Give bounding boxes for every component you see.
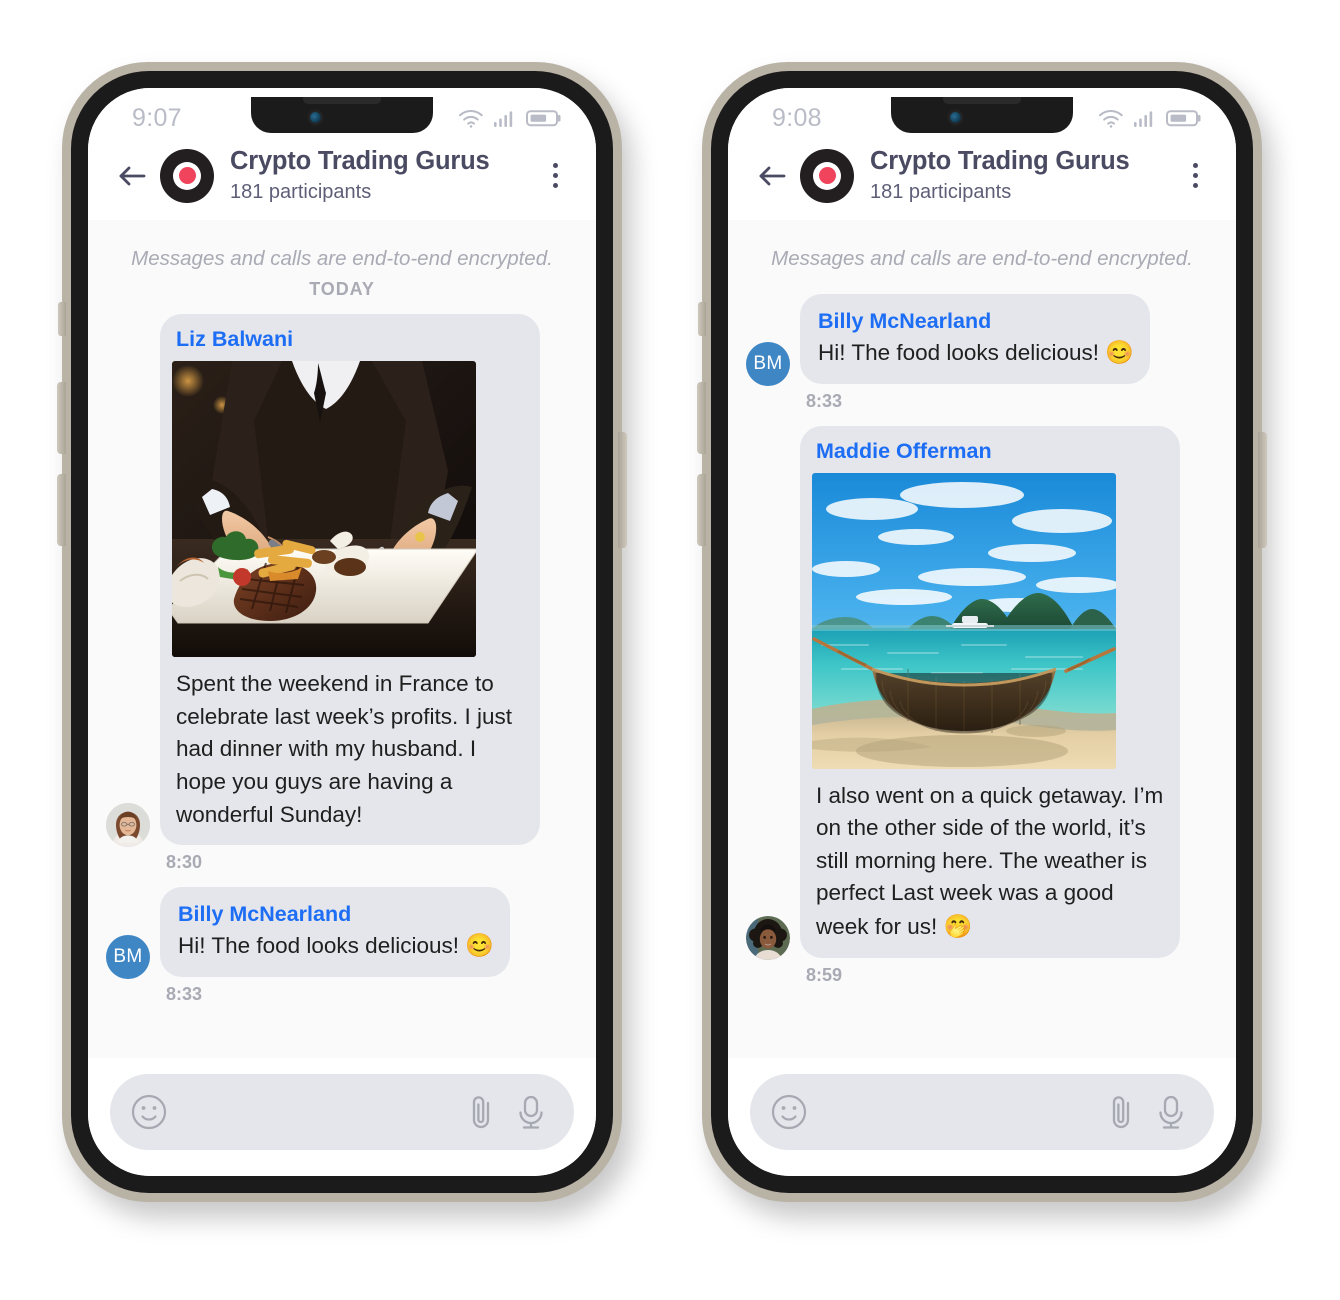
group-avatar-icon[interactable]	[160, 148, 214, 203]
phone-left: 9:07 Crypto Trading Gurus 181 participan…	[57, 62, 627, 1202]
volume-down-button[interactable]	[697, 474, 706, 546]
earpiece-speaker-icon	[943, 97, 1021, 104]
front-camera-icon	[310, 112, 321, 123]
message-row[interactable]: BM Billy McNearland Hi! The food looks d…	[728, 294, 1236, 412]
battery-icon	[526, 108, 562, 128]
message-text-body: I also went on a quick getaway. I’m on t…	[816, 782, 1164, 940]
message-image-steak-dinner[interactable]	[172, 361, 476, 658]
message-timestamp: 8:33	[806, 390, 843, 411]
message-input[interactable]	[750, 1074, 1214, 1150]
page-title: Crypto Trading Gurus	[230, 147, 490, 175]
message-text: Spent the weekend in France to celebrate…	[176, 671, 512, 827]
group-avatar-icon[interactable]	[800, 148, 854, 203]
emoji-smiley-icon[interactable]	[130, 1093, 168, 1131]
avatar[interactable]	[746, 915, 790, 960]
status-time: 9:08	[772, 103, 822, 132]
volume-up-button[interactable]	[57, 382, 66, 454]
kebab-menu-icon[interactable]	[1178, 156, 1212, 196]
paperclip-icon[interactable]	[1104, 1092, 1138, 1132]
chat-header: Crypto Trading Gurus 181 participants	[88, 144, 596, 220]
composer-bar	[728, 1058, 1236, 1176]
message-sender: Liz Balwani	[176, 327, 294, 352]
message-sender: Maddie Offerman	[816, 438, 992, 463]
chat-message-list[interactable]: Messages and calls are end-to-end encryp…	[728, 219, 1236, 1058]
front-camera-icon	[950, 112, 961, 123]
page-title: Crypto Trading Gurus	[870, 147, 1130, 175]
day-separator: TODAY	[309, 279, 375, 300]
volume-up-button[interactable]	[697, 382, 706, 454]
volume-down-button[interactable]	[57, 474, 66, 546]
message-bubble[interactable]: Liz Balwani Spent the weekend in France …	[160, 314, 540, 846]
back-arrow-icon[interactable]	[750, 156, 794, 196]
cellular-signal-icon	[493, 108, 517, 128]
message-timestamp: 8:33	[166, 983, 203, 1004]
phone-screen: 9:07 Crypto Trading Gurus 181 participan…	[88, 88, 596, 1176]
composer-bar	[88, 1058, 596, 1176]
message-timestamp: 8:30	[166, 852, 203, 873]
avatar[interactable]: BM	[106, 934, 150, 979]
earpiece-speaker-icon	[303, 97, 381, 104]
phone-notch	[891, 97, 1073, 133]
chat-header-text[interactable]: Crypto Trading Gurus 181 participants	[870, 146, 1178, 206]
chat-message-list[interactable]: Messages and calls are end-to-end encryp…	[88, 219, 596, 1058]
status-icons	[1098, 108, 1206, 128]
message-text: Hi! The food looks delicious! 😊	[816, 336, 1134, 370]
back-arrow-icon[interactable]	[110, 156, 154, 196]
phone-notch	[251, 97, 433, 133]
status-icons	[458, 108, 566, 128]
chat-header: Crypto Trading Gurus 181 participants	[728, 144, 1236, 220]
power-button[interactable]	[618, 432, 627, 548]
avatar[interactable]	[106, 803, 150, 848]
phone-bezel: 9:07 Crypto Trading Gurus 181 participan…	[71, 71, 613, 1193]
message-text: I also went on a quick getaway. I’m on t…	[812, 770, 1168, 950]
encryption-note: Messages and calls are end-to-end encryp…	[771, 246, 1193, 270]
message-bubble[interactable]: Maddie Offerman I also went on a quick g…	[800, 425, 1180, 958]
message-sender: Billy McNearland	[178, 902, 352, 927]
message-row[interactable]: BM Billy McNearland Hi! The food looks d…	[88, 887, 596, 1005]
smiling-face-emoji: 😊	[465, 932, 494, 959]
avatar[interactable]: BM	[746, 341, 790, 386]
battery-icon	[1166, 108, 1202, 128]
mute-switch-button[interactable]	[58, 302, 66, 336]
microphone-icon[interactable]	[514, 1092, 548, 1132]
wifi-icon	[1098, 108, 1124, 128]
power-button[interactable]	[1258, 432, 1267, 548]
message-row[interactable]: Maddie Offerman I also went on a quick g…	[728, 425, 1236, 986]
message-text-body: Hi! The food looks delicious!	[818, 340, 1099, 366]
phone-right: 9:08 Crypto Trading Gurus 181 participan…	[697, 62, 1267, 1202]
message-bubble[interactable]: Billy McNearland Hi! The food looks deli…	[160, 887, 510, 977]
chat-header-text[interactable]: Crypto Trading Gurus 181 participants	[230, 146, 538, 206]
encryption-note: Messages and calls are end-to-end encryp…	[131, 246, 553, 270]
message-timestamp: 8:59	[806, 964, 843, 985]
status-time: 9:07	[132, 103, 182, 132]
participants-count: 181 participants	[230, 180, 372, 203]
message-bubble[interactable]: Billy McNearland Hi! The food looks deli…	[800, 294, 1150, 384]
participants-count: 181 participants	[870, 180, 1012, 203]
wifi-icon	[458, 108, 484, 128]
smiling-face-emoji: 😊	[1105, 339, 1134, 366]
message-row[interactable]: Liz Balwani Spent the weekend in France …	[88, 314, 596, 873]
message-sender: Billy McNearland	[818, 309, 992, 334]
message-input[interactable]	[110, 1074, 574, 1150]
face-holding-back-tears-emoji: 🤭	[943, 913, 973, 940]
message-image-beach-hammock[interactable]	[812, 472, 1116, 769]
microphone-icon[interactable]	[1154, 1092, 1188, 1132]
paperclip-icon[interactable]	[464, 1092, 498, 1132]
cellular-signal-icon	[1133, 108, 1157, 128]
phone-bezel: 9:08 Crypto Trading Gurus 181 participan…	[711, 71, 1253, 1193]
phone-screen: 9:08 Crypto Trading Gurus 181 participan…	[728, 88, 1236, 1176]
kebab-menu-icon[interactable]	[538, 156, 572, 196]
emoji-smiley-icon[interactable]	[770, 1093, 808, 1131]
message-text-body: Hi! The food looks delicious!	[178, 933, 459, 959]
message-text: Hi! The food looks delicious! 😊	[176, 929, 494, 963]
mute-switch-button[interactable]	[698, 302, 706, 336]
